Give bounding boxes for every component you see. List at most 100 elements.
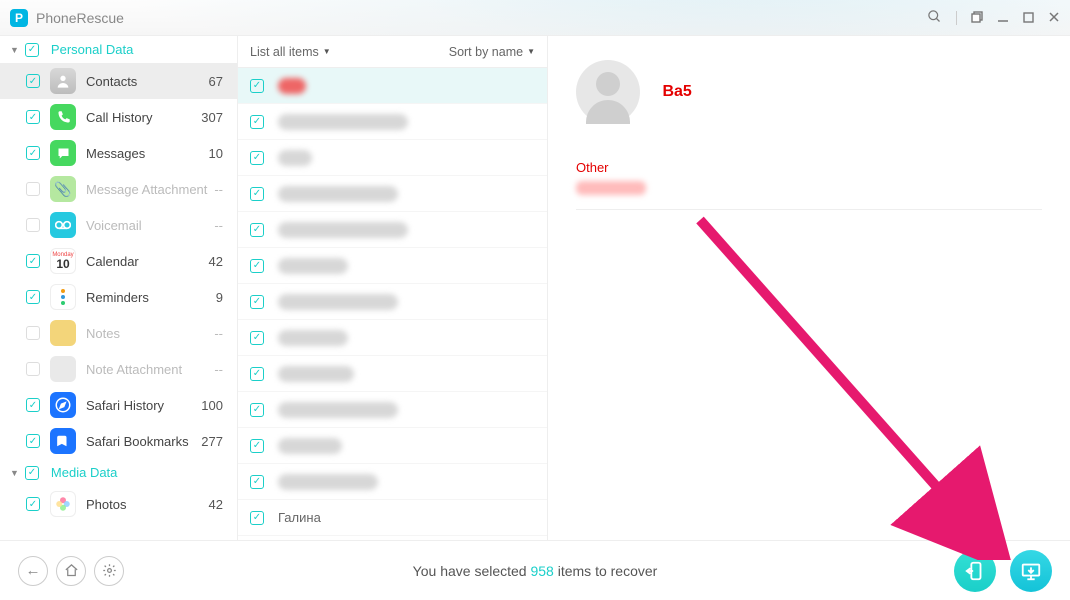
row-name-redacted [278, 330, 348, 346]
checkbox[interactable]: ✓ [250, 439, 264, 453]
list-row[interactable]: ✓ [238, 176, 547, 212]
footer: ← You have selected 958 items to recover [0, 540, 1070, 600]
checkbox[interactable]: ✓ [250, 115, 264, 129]
list-row[interactable]: ✓ [238, 320, 547, 356]
checkbox [26, 326, 40, 340]
list-pane: List all items▼ Sort by name▼ ✓✓✓✓✓✓✓✓✓✓… [238, 36, 548, 540]
sidebar-item-label: Note Attachment [86, 362, 214, 377]
avatar [576, 60, 640, 124]
sidebar-item-callhistory[interactable]: ✓Call History307 [0, 99, 237, 135]
contacts-icon [50, 68, 76, 94]
msgatt-icon: 📎 [50, 176, 76, 202]
sidebar-item-voicemail: Voicemail-- [0, 207, 237, 243]
sidebar-item-count: 67 [209, 74, 227, 89]
list-row[interactable]: ✓ [238, 284, 547, 320]
sort-dropdown[interactable]: Sort by name▼ [449, 45, 535, 59]
maximize-icon[interactable] [1023, 10, 1034, 26]
list-row[interactable]: ✓ [238, 212, 547, 248]
notes-icon [50, 320, 76, 346]
calendar-icon: Monday10 [50, 248, 76, 274]
checkbox[interactable]: ✓ [250, 295, 264, 309]
chevron-down-icon: ▼ [10, 468, 19, 478]
restore-down-icon[interactable] [971, 10, 983, 26]
list-row[interactable]: ✓ [238, 356, 547, 392]
sidebar-item-count: -- [214, 362, 227, 377]
sidebar-item-label: Photos [86, 497, 209, 512]
sidebar-item-photos[interactable]: ✓Photos42 [0, 486, 237, 522]
recover-to-device-button[interactable] [954, 550, 996, 592]
sidebar-item-safarihist[interactable]: ✓ Safari History100 [0, 387, 237, 423]
list-row[interactable]: ✓ [238, 68, 547, 104]
sidebar-item-count: -- [214, 218, 227, 233]
checkbox [26, 182, 40, 196]
list-row[interactable]: ✓ [238, 464, 547, 500]
sidebar-item-count: -- [214, 326, 227, 341]
row-name-redacted [278, 366, 354, 382]
checkbox[interactable]: ✓ [250, 79, 264, 93]
sidebar-item-messages[interactable]: ✓Messages10 [0, 135, 237, 171]
checkbox[interactable]: ✓ [26, 290, 40, 304]
checkbox[interactable]: ✓ [250, 403, 264, 417]
sidebar-item-notes: Notes-- [0, 315, 237, 351]
recover-to-computer-button[interactable] [1010, 550, 1052, 592]
checkbox[interactable]: ✓ [250, 511, 264, 525]
checkbox[interactable]: ✓ [250, 259, 264, 273]
chevron-down-icon: ▼ [10, 45, 19, 55]
row-name-redacted [278, 402, 398, 418]
sidebar-item-count: 277 [201, 434, 227, 449]
group-header-1[interactable]: ▼✓Media Data [0, 459, 237, 486]
sidebar-item-count: 307 [201, 110, 227, 125]
row-name-redacted [278, 438, 342, 454]
checkbox[interactable]: ✓ [26, 398, 40, 412]
home-button[interactable] [56, 556, 86, 586]
checkbox[interactable]: ✓ [26, 254, 40, 268]
list-row[interactable]: ✓ [238, 428, 547, 464]
search-icon[interactable] [927, 9, 942, 27]
checkbox[interactable]: ✓ [250, 151, 264, 165]
sidebar-item-label: Voicemail [86, 218, 214, 233]
row-name-redacted [278, 78, 306, 94]
checkbox[interactable]: ✓ [25, 466, 39, 480]
sidebar-item-count: 42 [209, 254, 227, 269]
group-header-0[interactable]: ▼✓Personal Data [0, 36, 237, 63]
sidebar-item-reminders[interactable]: ✓Reminders9 [0, 279, 237, 315]
sidebar-item-count: 100 [201, 398, 227, 413]
checkbox[interactable]: ✓ [250, 475, 264, 489]
sidebar-item-safaribook[interactable]: ✓Safari Bookmarks277 [0, 423, 237, 459]
checkbox[interactable]: ✓ [26, 146, 40, 160]
row-name-redacted [278, 114, 408, 130]
checkbox[interactable]: ✓ [26, 110, 40, 124]
sidebar-item-contacts[interactable]: ✓ Contacts67 [0, 63, 237, 99]
list-row[interactable]: ✓ [238, 392, 547, 428]
list-row[interactable]: ✓ [238, 104, 547, 140]
checkbox[interactable]: ✓ [250, 187, 264, 201]
safarihist-icon [50, 392, 76, 418]
checkbox[interactable]: ✓ [26, 497, 40, 511]
minimize-icon[interactable] [997, 10, 1009, 26]
filter-dropdown[interactable]: List all items▼ [250, 45, 331, 59]
sidebar-item-label: Reminders [86, 290, 216, 305]
sidebar-item-label: Messages [86, 146, 209, 161]
checkbox[interactable]: ✓ [26, 74, 40, 88]
list-row[interactable]: ✓ [238, 140, 547, 176]
checkbox[interactable]: ✓ [26, 434, 40, 448]
sidebar-item-label: Contacts [86, 74, 209, 89]
back-button[interactable]: ← [18, 556, 48, 586]
sidebar-item-calendar[interactable]: ✓ Monday10 Calendar42 [0, 243, 237, 279]
row-name: Галина [278, 510, 321, 525]
sidebar-item-label: Notes [86, 326, 214, 341]
checkbox [26, 362, 40, 376]
checkbox[interactable]: ✓ [250, 367, 264, 381]
sidebar-item-label: Safari History [86, 398, 201, 413]
settings-button[interactable] [94, 556, 124, 586]
checkbox[interactable]: ✓ [250, 223, 264, 237]
row-name-redacted [278, 222, 408, 238]
list-row[interactable]: ✓ Галина [238, 500, 547, 536]
field-value-redacted [576, 181, 646, 195]
list-row[interactable]: ✓ [238, 248, 547, 284]
checkbox[interactable]: ✓ [25, 43, 39, 57]
sidebar-item-label: Calendar [86, 254, 209, 269]
close-icon[interactable] [1048, 10, 1060, 26]
checkbox[interactable]: ✓ [250, 331, 264, 345]
list-body[interactable]: ✓ ✓ ✓ ✓ ✓ ✓ ✓ ✓ ✓ ✓ ✓ ✓ ✓ Галина [238, 68, 547, 540]
